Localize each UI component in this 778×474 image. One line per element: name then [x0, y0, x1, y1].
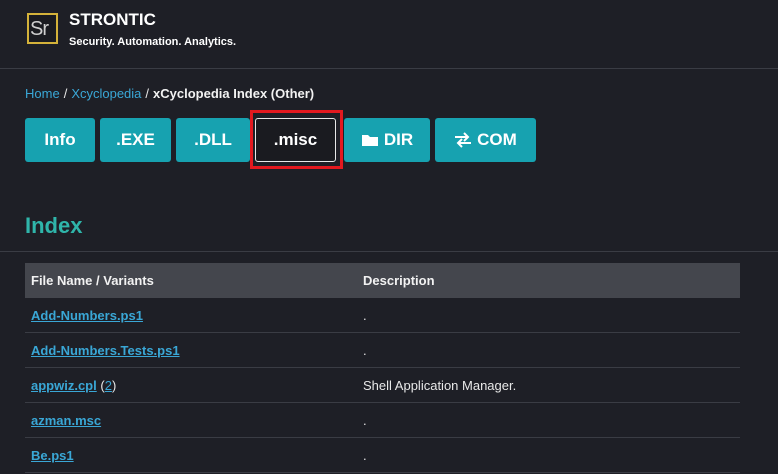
nav-button-label: DIR	[383, 130, 414, 149]
nav-button-dir[interactable]: DIR	[344, 118, 430, 162]
breadcrumb: Home / Xcyclopedia / xCyclopedia Index (Othe…	[25, 86, 314, 101]
variant-link[interactable]: 2	[105, 378, 112, 393]
nav-button-info[interactable]: Info	[25, 118, 95, 162]
table-header: File Name / Variants Description	[25, 263, 740, 298]
variant-count: (2)	[100, 377, 117, 393]
nav-button-com[interactable]: COM	[435, 118, 536, 162]
index-heading: Index	[25, 213, 83, 238]
table-row: Add-Numbers.ps1 .	[25, 298, 740, 333]
description-cell: .	[363, 307, 367, 323]
file-link[interactable]: Be.ps1	[31, 448, 74, 463]
file-link[interactable]: Add-Numbers.Tests.ps1	[31, 343, 180, 358]
folder-icon	[361, 133, 379, 147]
nav-button-label: .EXE	[116, 130, 155, 149]
table-row: azman.msc .	[25, 403, 740, 438]
nav-button-dll[interactable]: .DLL	[176, 118, 250, 162]
breadcrumb-section-link[interactable]: Xcyclopedia	[71, 86, 141, 101]
description-cell: Shell Application Manager.	[363, 377, 517, 393]
nav-button-label: Info	[44, 130, 76, 149]
brand-name[interactable]: STRONTIC	[69, 10, 156, 30]
column-header-file-name: File Name / Variants	[31, 273, 154, 288]
file-link[interactable]: azman.msc	[31, 413, 101, 428]
brand-tagline: Security. Automation. Analytics.	[69, 36, 237, 48]
site-logo[interactable]: Sr	[27, 13, 58, 44]
breadcrumb-home-link[interactable]: Home	[25, 86, 60, 101]
nav-button-label: .DLL	[194, 130, 232, 149]
file-link[interactable]: Add-Numbers.ps1	[31, 308, 143, 323]
exchange-arrows-icon	[454, 132, 472, 148]
site-header: Sr STRONTIC Security. Automation. Analyt…	[0, 0, 778, 69]
nav-button-label: COM	[477, 130, 517, 149]
table-row: appwiz.cpl (2) Shell Application Manager…	[25, 368, 740, 403]
file-link[interactable]: appwiz.cpl	[31, 378, 97, 393]
table-row: Be.ps1 .	[25, 438, 740, 473]
nav-button-exe[interactable]: .EXE	[100, 118, 171, 162]
divider	[0, 251, 778, 252]
description-cell: .	[363, 412, 367, 428]
breadcrumb-separator: /	[145, 86, 150, 101]
description-cell: .	[363, 342, 367, 358]
description-cell: .	[363, 447, 367, 463]
logo-text: Sr	[30, 18, 49, 40]
table-row: Add-Numbers.Tests.ps1 .	[25, 333, 740, 368]
breadcrumb-current: xCyclopedia Index (Other)	[153, 86, 315, 101]
column-header-description: Description	[363, 273, 435, 288]
selection-highlight-box	[250, 110, 343, 169]
breadcrumb-separator: /	[63, 86, 68, 101]
index-table: File Name / Variants Description Add-Num…	[25, 263, 740, 473]
